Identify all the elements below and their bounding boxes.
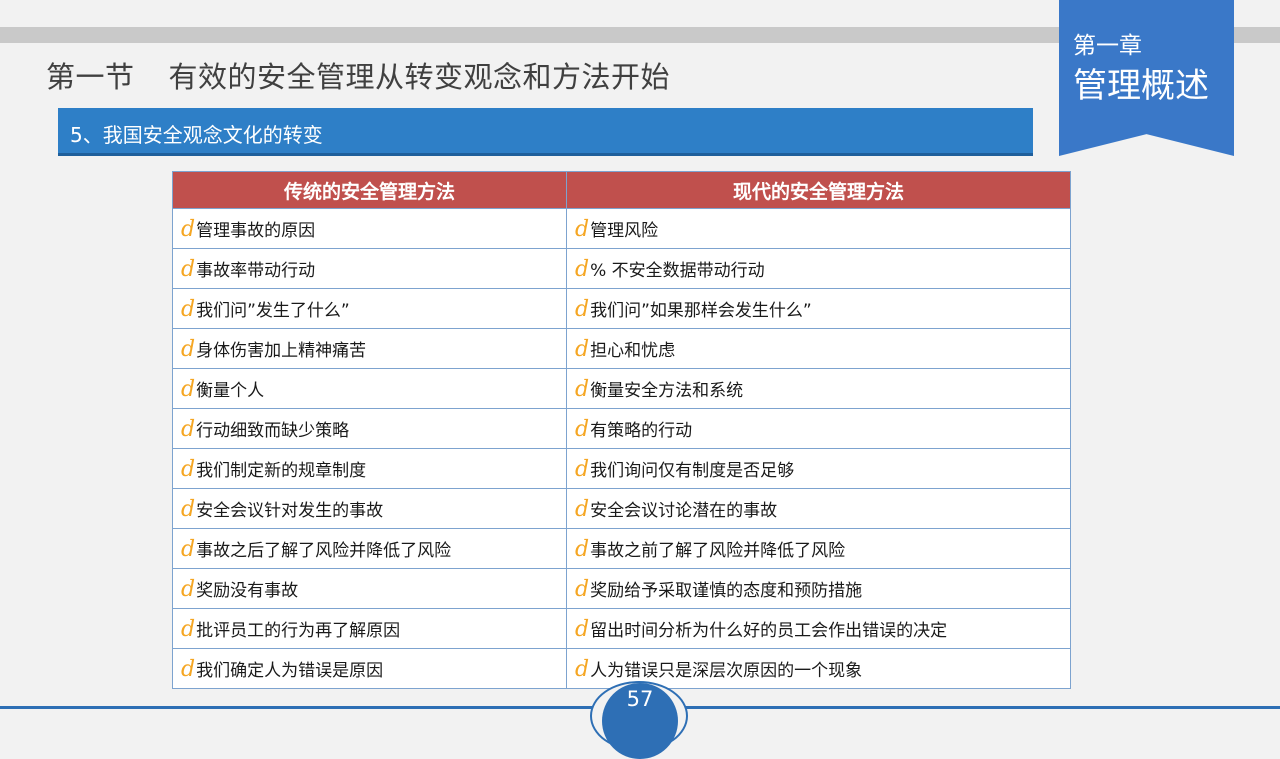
traditional-method-cell: d事故率带动行动: [172, 248, 567, 289]
table-row: d衡量个人 d衡量安全方法和系统: [172, 368, 1071, 409]
table-row: d奖励没有事故 d奖励给予采取谨慎的态度和预防措施: [172, 568, 1071, 609]
bullet-icon: d: [181, 416, 196, 442]
cell-text: 我们问”发生了什么”: [196, 300, 350, 321]
modern-method-cell: d% 不安全数据带动行动: [566, 248, 1071, 289]
modern-method-cell: d管理风险: [566, 208, 1071, 249]
traditional-method-cell: d奖励没有事故: [172, 568, 567, 609]
header-modern: 现代的安全管理方法: [566, 171, 1071, 209]
traditional-method-cell: d我们问”发生了什么”: [172, 288, 567, 329]
traditional-method-cell: d衡量个人: [172, 368, 567, 409]
table-row: d我们问”发生了什么” d我们问”如果那样会发生什么”: [172, 288, 1071, 329]
header-traditional: 传统的安全管理方法: [172, 171, 567, 209]
table-row: d身体伤害加上精神痛苦 d担心和忧虑: [172, 328, 1071, 369]
traditional-method-cell: d管理事故的原因: [172, 208, 567, 249]
chapter-badge: 第一章 管理概述: [1059, 0, 1234, 156]
bullet-icon: d: [575, 496, 590, 522]
table-row: d我们制定新的规章制度 d我们询问仅有制度是否足够: [172, 448, 1071, 489]
bullet-icon: d: [181, 576, 196, 602]
traditional-method-cell: d事故之后了解了风险并降低了风险: [172, 528, 567, 569]
bullet-icon: d: [575, 656, 590, 682]
bullet-icon: d: [575, 416, 590, 442]
cell-text: 我们制定新的规章制度: [196, 460, 367, 481]
modern-method-cell: d安全会议讨论潜在的事故: [566, 488, 1071, 529]
bullet-icon: d: [575, 296, 590, 322]
bullet-icon: d: [181, 656, 196, 682]
bullet-icon: d: [181, 376, 196, 402]
table-row: d事故率带动行动 d% 不安全数据带动行动: [172, 248, 1071, 289]
bullet-icon: d: [575, 616, 590, 642]
cell-text: 留出时间分析为什么好的员工会作出错误的决定: [590, 620, 948, 641]
cell-text: 行动细致而缺少策略: [196, 420, 350, 441]
chapter-number: 第一章: [1073, 33, 1142, 59]
traditional-method-cell: d我们确定人为错误是原因: [172, 648, 567, 689]
cell-text: 事故率带动行动: [196, 260, 316, 281]
table-row: d批评员工的行为再了解原因 d留出时间分析为什么好的员工会作出错误的决定: [172, 608, 1071, 649]
page-title: 第一节 有效的安全管理从转变观念和方法开始: [46, 54, 670, 96]
bullet-icon: d: [575, 216, 590, 242]
bullet-icon: d: [575, 536, 590, 562]
bullet-icon: d: [575, 576, 590, 602]
bullet-icon: d: [575, 456, 590, 482]
modern-method-cell: d奖励给予采取谨慎的态度和预防措施: [566, 568, 1071, 609]
bullet-icon: d: [181, 536, 196, 562]
section-title-text: 有效的安全管理从转变观念和方法开始: [168, 60, 671, 94]
cell-text: 衡量个人: [196, 380, 265, 401]
bullet-icon: d: [575, 336, 590, 362]
table-header-row: 传统的安全管理方法 现代的安全管理方法: [172, 171, 1071, 209]
modern-method-cell: d衡量安全方法和系统: [566, 368, 1071, 409]
table-row: d管理事故的原因 d管理风险: [172, 208, 1071, 249]
cell-text: 安全会议针对发生的事故: [196, 500, 384, 521]
cell-text: 管理事故的原因: [196, 220, 316, 241]
modern-method-cell: d我们询问仅有制度是否足够: [566, 448, 1071, 489]
chapter-name: 管理概述: [1073, 66, 1209, 106]
cell-text: 管理风险: [590, 220, 659, 241]
cell-text: 安全会议讨论潜在的事故: [590, 500, 778, 521]
cell-text: 我们确定人为错误是原因: [196, 660, 384, 681]
cell-text: 我们询问仅有制度是否足够: [590, 460, 795, 481]
bullet-icon: d: [181, 336, 196, 362]
bullet-icon: d: [181, 216, 196, 242]
bullet-icon: d: [181, 296, 196, 322]
traditional-method-cell: d我们制定新的规章制度: [172, 448, 567, 489]
cell-text: 事故之后了解了风险并降低了风险: [196, 540, 452, 561]
page-number: 57: [626, 687, 654, 711]
cell-text: 批评员工的行为再了解原因: [196, 620, 401, 641]
comparison-table: 传统的安全管理方法 现代的安全管理方法 d管理事故的原因 d管理风险 d事故率带动行…: [172, 171, 1071, 689]
bullet-icon: d: [181, 496, 196, 522]
table-row: d行动细致而缺少策略 d有策略的行动: [172, 408, 1071, 449]
cell-text: 事故之前了解了风险并降低了风险: [590, 540, 846, 561]
cell-text: % 不安全数据带动行动: [590, 260, 765, 281]
subtitle-text: 5、我国安全观念文化的转变: [70, 123, 323, 147]
bullet-icon: d: [181, 616, 196, 642]
bullet-icon: d: [181, 456, 196, 482]
modern-method-cell: d有策略的行动: [566, 408, 1071, 449]
cell-text: 身体伤害加上精神痛苦: [196, 340, 367, 361]
modern-method-cell: d担心和忧虑: [566, 328, 1071, 369]
traditional-method-cell: d行动细致而缺少策略: [172, 408, 567, 449]
cell-text: 奖励没有事故: [196, 580, 299, 601]
traditional-method-cell: d安全会议针对发生的事故: [172, 488, 567, 529]
bullet-icon: d: [575, 256, 590, 282]
subtitle-banner: 5、我国安全观念文化的转变: [58, 108, 1033, 156]
table-row: d事故之后了解了风险并降低了风险 d事故之前了解了风险并降低了风险: [172, 528, 1071, 569]
bullet-icon: d: [181, 256, 196, 282]
traditional-method-cell: d批评员工的行为再了解原因: [172, 608, 567, 649]
table-row: d安全会议针对发生的事故 d安全会议讨论潜在的事故: [172, 488, 1071, 529]
bullet-icon: d: [575, 376, 590, 402]
cell-text: 我们问”如果那样会发生什么”: [590, 300, 812, 321]
traditional-method-cell: d身体伤害加上精神痛苦: [172, 328, 567, 369]
cell-text: 衡量安全方法和系统: [590, 380, 744, 401]
cell-text: 有策略的行动: [590, 420, 693, 441]
section-label: 第一节: [46, 60, 135, 94]
modern-method-cell: d我们问”如果那样会发生什么”: [566, 288, 1071, 329]
cell-text: 奖励给予采取谨慎的态度和预防措施: [590, 580, 863, 601]
cell-text: 人为错误只是深层次原因的一个现象: [590, 660, 863, 681]
modern-method-cell: d留出时间分析为什么好的员工会作出错误的决定: [566, 608, 1071, 649]
cell-text: 担心和忧虑: [590, 340, 676, 361]
modern-method-cell: d事故之前了解了风险并降低了风险: [566, 528, 1071, 569]
